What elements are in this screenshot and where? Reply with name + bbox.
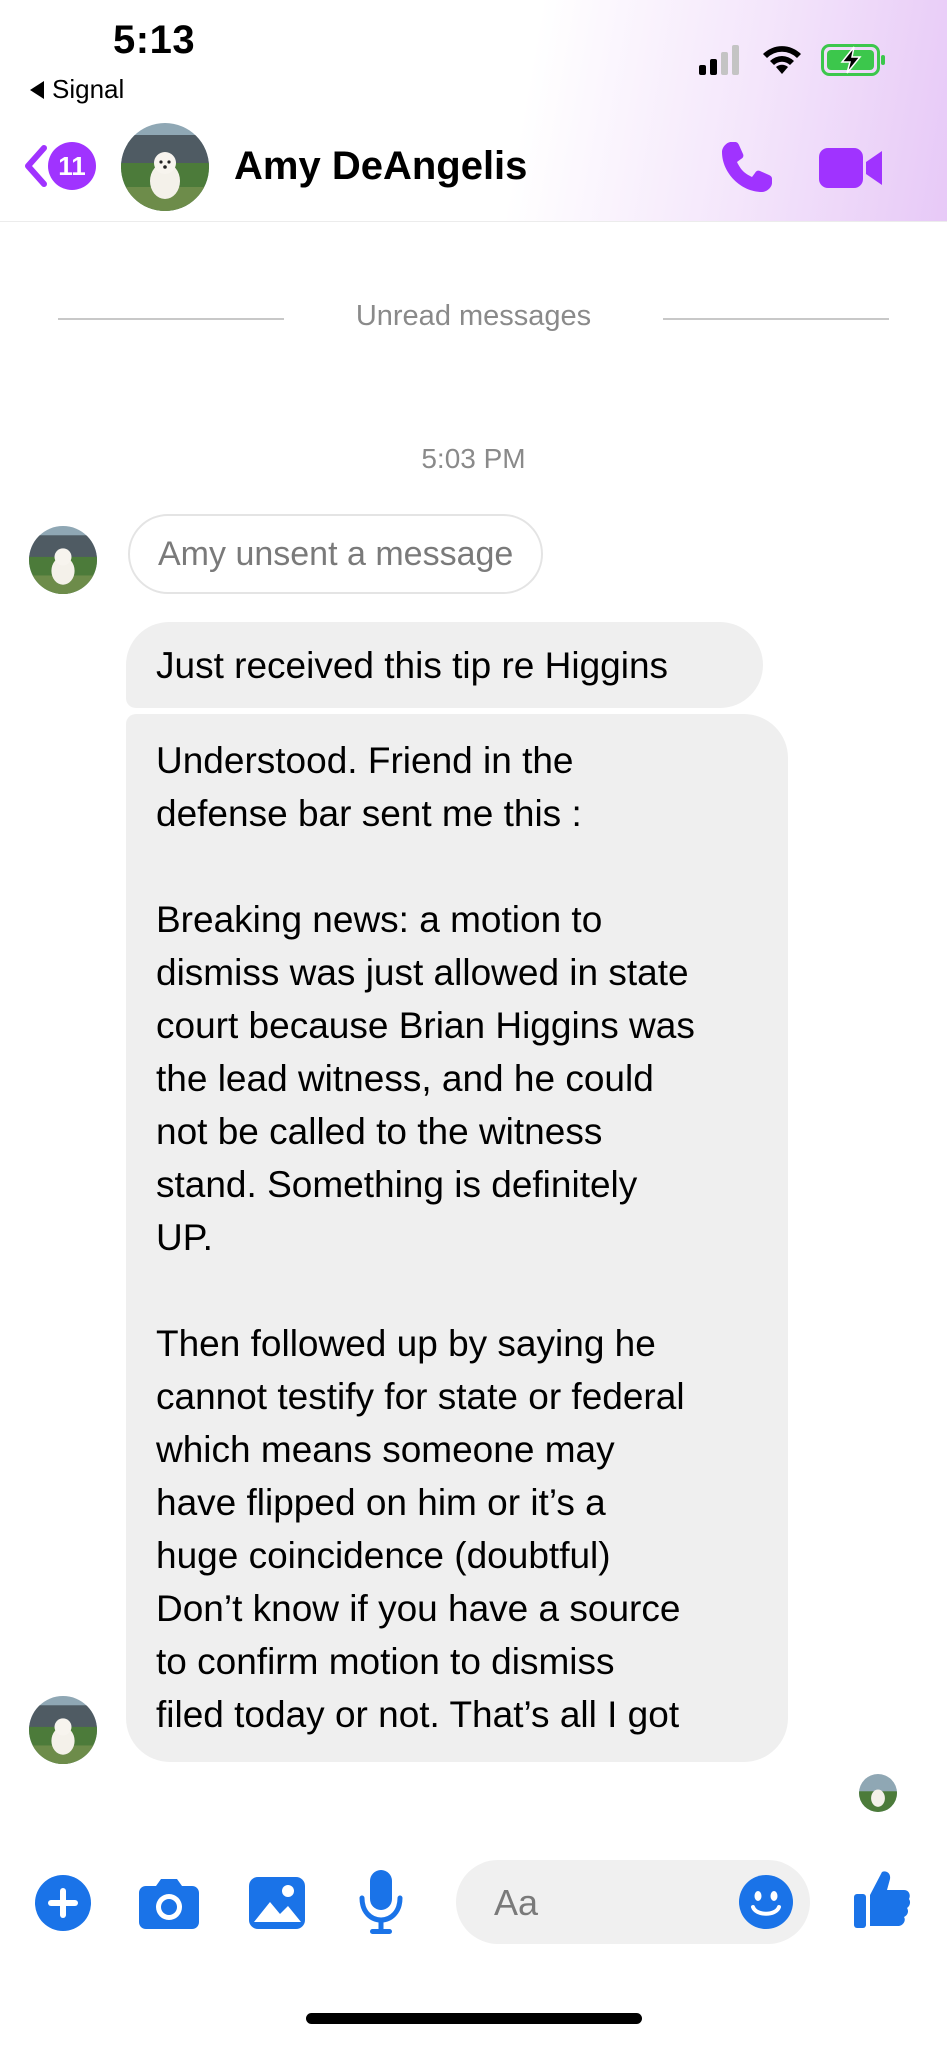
read-receipt-avatar <box>859 1774 897 1812</box>
sender-avatar[interactable] <box>29 526 97 594</box>
message-text: Just received this tip re Higgins <box>156 644 669 686</box>
message-text: Understood. Friend in the defense bar se… <box>156 740 695 1735</box>
back-button[interactable]: 11 <box>20 142 96 190</box>
unread-count-badge: 11 <box>48 142 96 190</box>
status-icons <box>699 44 887 76</box>
microphone-icon[interactable] <box>358 1868 404 1936</box>
unread-divider-line-right <box>663 318 889 320</box>
unsent-message-notice: Amy unsent a message <box>128 514 544 594</box>
dog-avatar-image <box>121 123 209 211</box>
back-app-label: Signal <box>52 74 125 104</box>
message-timestamp: 5:03 PM <box>421 443 526 474</box>
thumbs-up-icon[interactable] <box>852 1868 912 1930</box>
back-triangle-icon <box>30 80 44 99</box>
chevron-left-icon <box>25 145 47 187</box>
cellular-signal-icon <box>699 45 739 75</box>
contact-avatar[interactable] <box>121 123 209 211</box>
contact-name[interactable]: Amy DeAngelis <box>234 144 527 189</box>
battery-charging-icon <box>821 44 885 76</box>
dog-avatar-image <box>29 526 97 594</box>
plus-icon[interactable] <box>34 1874 92 1932</box>
unread-messages-label: Unread messages <box>355 300 592 332</box>
camera-icon[interactable] <box>138 1876 200 1930</box>
message-bubble[interactable]: Just received this tip re Higgins <box>126 622 763 708</box>
wifi-icon <box>763 46 801 74</box>
gallery-icon[interactable] <box>248 1874 306 1932</box>
message-bubble[interactable]: Understood. Friend in the defense bar se… <box>126 714 788 1762</box>
status-time: 5:13 <box>113 18 196 62</box>
dog-avatar-image <box>29 1696 97 1764</box>
phone-icon[interactable] <box>718 138 776 196</box>
back-to-app-link[interactable]: Signal <box>30 74 124 105</box>
emoji-icon[interactable] <box>738 1874 794 1930</box>
dog-avatar-image <box>859 1774 897 1812</box>
home-indicator <box>306 2013 642 2024</box>
sender-avatar[interactable] <box>29 1696 97 1764</box>
message-input-placeholder: Aa <box>494 1882 539 1923</box>
video-camera-icon[interactable] <box>818 146 884 190</box>
